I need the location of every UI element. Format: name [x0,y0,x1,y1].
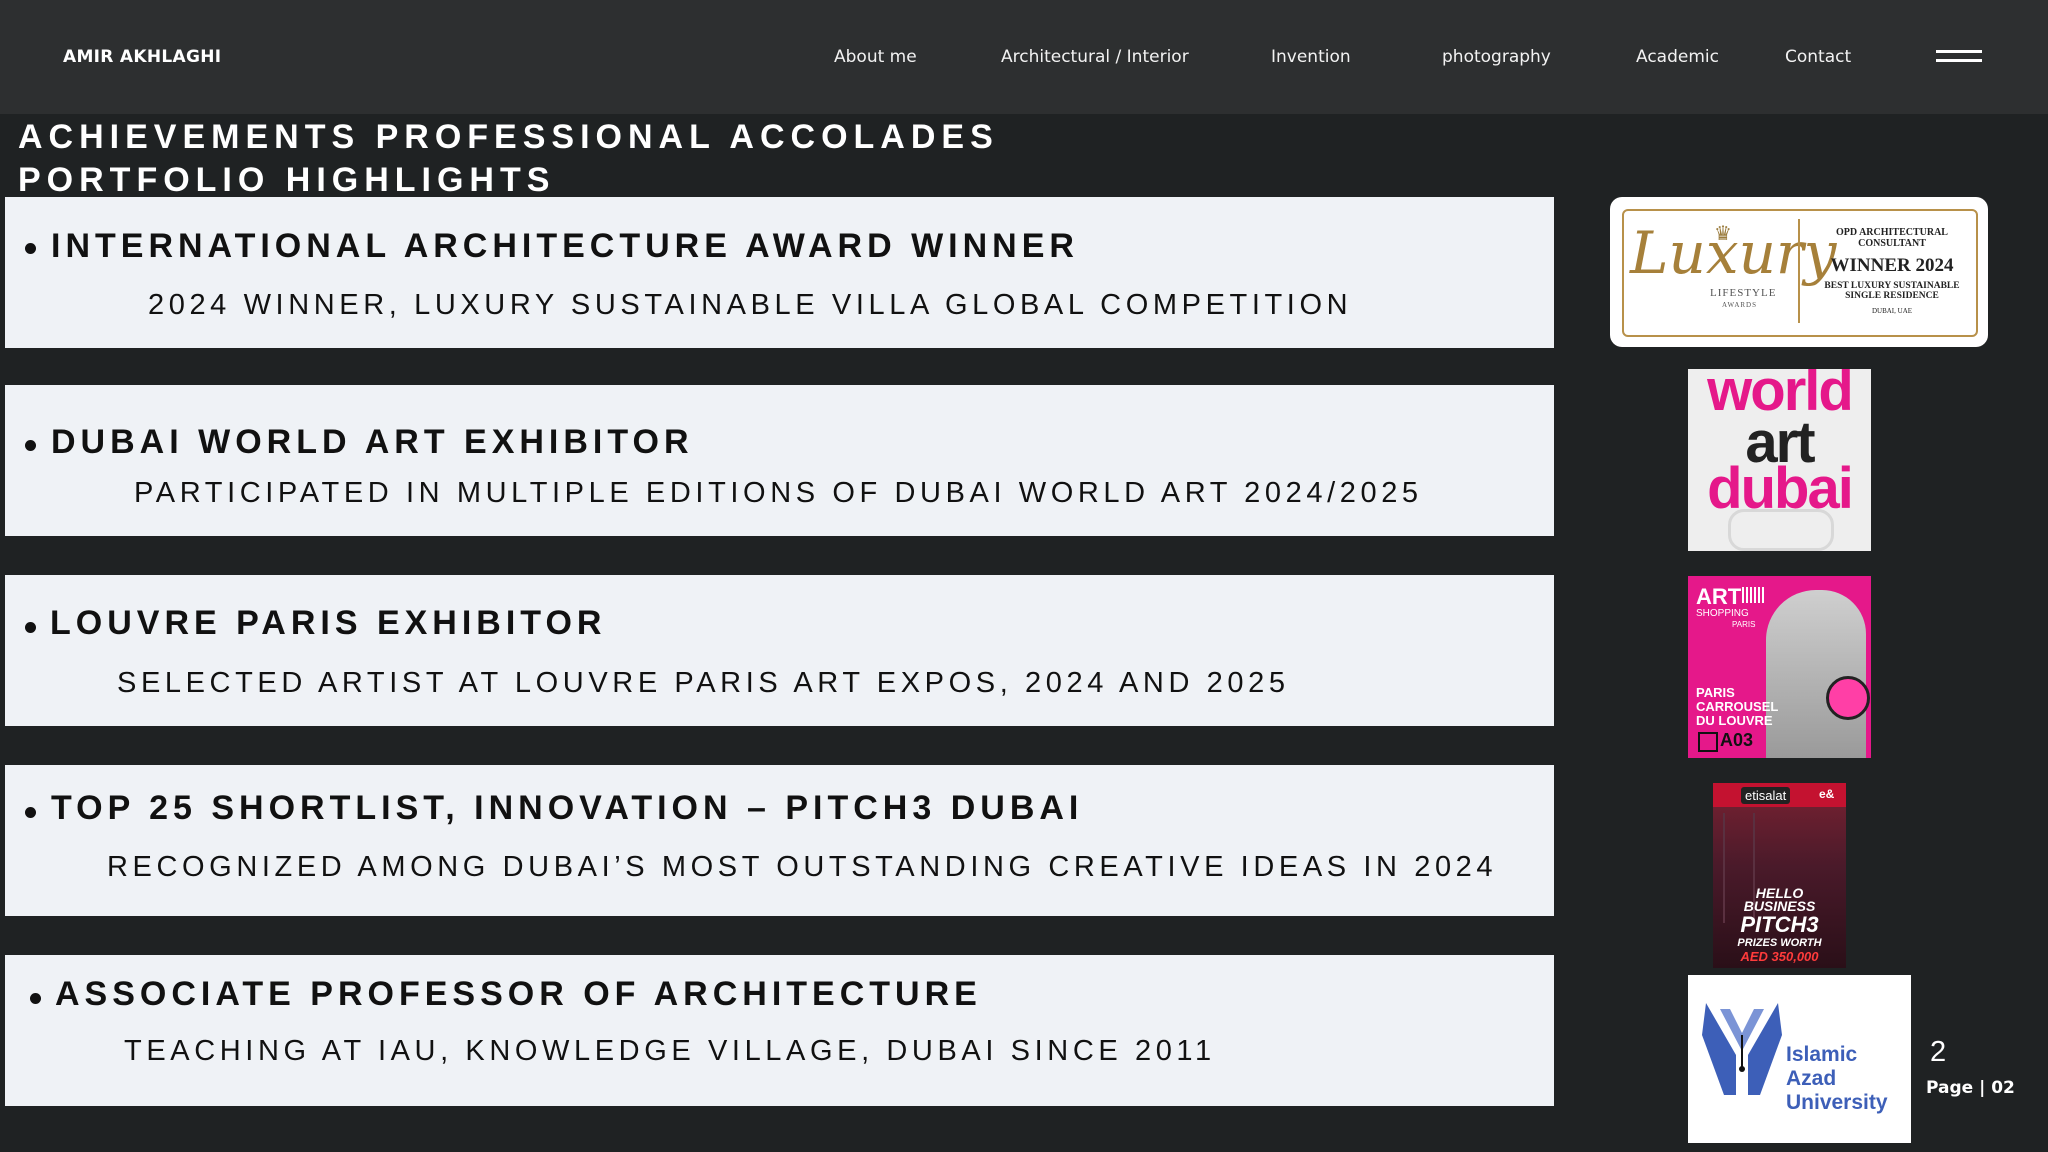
location-line-2: CARROUSEL [1696,699,1779,714]
nav-photography[interactable]: photography [1442,47,1551,67]
achievement-title: DUBAI WORLD ART EXHIBITOR [51,423,694,461]
section-heading: ACHIEVEMENTS PROFESSIONAL ACCOLADES [18,118,999,156]
award-line-2: CONSULTANT [1858,238,1926,249]
achievement-card: TOP 25 SHORTLIST, INNOVATION – PITCH3 DU… [5,765,1554,916]
award-text-block: OPD ARCHITECTURAL CONSULTANT WINNER 2024… [1806,227,1978,315]
iau-line-1: Islamic [1786,1043,1858,1066]
location-line-1: PARIS [1696,685,1735,700]
iau-line-2: Azad [1786,1067,1837,1090]
award-line-3: BEST LUXURY SUSTAINABLE [1824,281,1960,291]
pitch-number: 3 [1806,912,1819,937]
achievement-subtitle: PARTICIPATED IN MULTIPLE EDITIONS OF DUB… [134,477,1423,509]
pitch-text-block: HELLO BUSINESS PITCH3 PRIZES WORTH AED 3… [1713,886,1846,964]
hamburger-menu-icon[interactable] [1936,50,1982,64]
logo-awards: AWARDS [1722,301,1757,309]
booth-number: A03 [1720,730,1754,750]
pitch-line-3: PITCH3 [1713,913,1846,937]
art-shopping-paris-logo: ART SHOPPING PARIS PARIS CARROUSEL DU LO… [1688,576,1871,758]
bullet-icon [25,440,36,451]
bullet-icon [25,622,36,633]
statue-image [1766,590,1866,758]
logo-divider [1798,219,1800,323]
page-number: 2 [1930,1036,1947,1068]
achievement-subtitle: SELECTED ARTIST AT LOUVRE PARIS ART EXPO… [117,667,1290,699]
nav-academic[interactable]: Academic [1636,47,1719,67]
art-shopping-art: ART [1696,584,1742,609]
achievement-card: LOUVRE PARIS EXHIBITOR SELECTED ARTIST A… [5,575,1554,726]
iau-emblem-icon [1702,1003,1782,1095]
booth-icon [1698,732,1718,752]
award-line-4: SINGLE RESIDENCE [1845,291,1939,301]
award-line-1: OPD ARCHITECTURAL [1836,227,1948,238]
bullet-icon [25,807,36,818]
section-subheading: PORTFOLIO HIGHLIGHTS [18,161,556,199]
achievement-title: ASSOCIATE PROFESSOR OF ARCHITECTURE [55,975,982,1013]
pitch-line-5: AED 350,000 [1740,949,1819,964]
art-shopping-shopping: SHOPPING [1696,608,1749,619]
achievement-title: INTERNATIONAL ARCHITECTURE AWARD WINNER [51,227,1079,265]
pitch-word: PITCH [1740,912,1807,937]
location-line-3: DU LOUVRE [1696,713,1773,728]
achievement-card: ASSOCIATE PROFESSOR OF ARCHITECTURE TEAC… [5,955,1554,1106]
achievement-title: LOUVRE PARIS EXHIBITOR [50,604,607,642]
nav-invention[interactable]: Invention [1271,47,1351,67]
bullet-icon [30,993,41,1004]
art-shopping-paris-small: PARIS [1732,620,1756,629]
nav-architectural-interior[interactable]: Architectural / Interior [1001,47,1189,67]
etisalat-badge: etisalat [1741,787,1791,804]
bullet-icon [25,243,36,254]
achievement-subtitle: RECOGNIZED AMONG DUBAI’S MOST OUTSTANDIN… [107,851,1498,883]
world-art-dubai-logo: world art dubai [1688,369,1871,551]
award-line-5: DUBAI, UAE [1871,307,1913,315]
award-winner: WINNER 2024 [1830,255,1954,276]
achievement-card: DUBAI WORLD ART EXHIBITOR PARTICIPATED I… [5,385,1554,536]
page-label: Page | 02 [1926,1078,2015,1098]
achievement-subtitle: 2024 WINNER, LUXURY SUSTAINABLE VILLA GL… [148,289,1353,321]
bubble-gum-icon [1826,676,1870,720]
nav-contact[interactable]: Contact [1785,47,1851,67]
brand-name[interactable]: AMIR AKHLAGHI [63,47,221,67]
arabic-script-watermark [1728,509,1834,551]
eand-badge: e& [1819,787,1835,801]
iau-name: Islamic Azad University [1786,1043,1888,1115]
art-shopping-location: PARIS CARROUSEL DU LOUVRE [1696,686,1778,728]
achievement-title: TOP 25 SHORTLIST, INNOVATION – PITCH3 DU… [51,789,1084,827]
top-nav-bar: AMIR AKHLAGHI About me Architectural / I… [0,0,2048,114]
achievement-subtitle: TEACHING AT IAU, KNOWLEDGE VILLAGE, DUBA… [124,1035,1216,1067]
pitch3-logo: etisalat e& HELLO BUSINESS PITCH3 PRIZES… [1713,783,1846,968]
barcode-icon [1742,587,1764,603]
nav-about-me[interactable]: About me [834,47,917,67]
logo-lifestyle: LIFESTYLE [1710,287,1777,299]
islamic-azad-university-logo: Islamic Azad University [1688,975,1911,1143]
luxury-lifestyle-awards-logo: ♛ Luxury LIFESTYLE AWARDS OPD ARCHITECTU… [1610,197,1988,347]
iau-line-3: University [1786,1091,1888,1114]
achievement-card: INTERNATIONAL ARCHITECTURE AWARD WINNER … [5,197,1554,348]
